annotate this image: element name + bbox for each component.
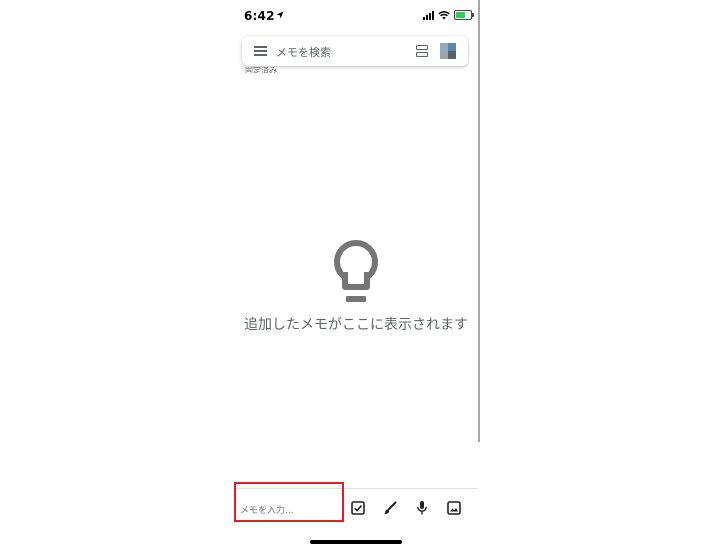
menu-icon[interactable]: [254, 46, 267, 56]
list-view-icon[interactable]: [416, 45, 428, 57]
screen-edge-divider: [478, 0, 480, 442]
lightbulb-icon: [334, 240, 378, 302]
location-arrow-icon: [276, 11, 284, 19]
search-input[interactable]: メモを検索: [276, 44, 331, 60]
account-avatar[interactable]: [440, 43, 456, 59]
note-input-field[interactable]: メモを入力...: [234, 482, 344, 522]
home-indicator: [310, 540, 402, 544]
status-icons: [423, 10, 474, 20]
status-bar: 6:42: [234, 0, 478, 30]
microphone-icon[interactable]: [412, 498, 432, 518]
note-input-placeholder: メモを入力...: [240, 506, 294, 516]
signal-icon: [423, 10, 434, 20]
wifi-icon: [438, 10, 450, 19]
status-time: 6:42: [244, 9, 275, 23]
pinned-section-label: 固定済み: [245, 67, 277, 73]
phone-screen: 6:42 メモを検索 固定済み 追加したメモがここに表示されます メモを入力..…: [234, 0, 478, 550]
brush-icon[interactable]: [380, 498, 400, 518]
empty-state-message: 追加したメモがここに表示されます: [244, 317, 468, 333]
image-icon[interactable]: [444, 498, 464, 518]
search-bar[interactable]: メモを検索: [242, 36, 468, 66]
checkbox-icon[interactable]: [348, 498, 368, 518]
battery-charging-icon: [454, 10, 474, 20]
